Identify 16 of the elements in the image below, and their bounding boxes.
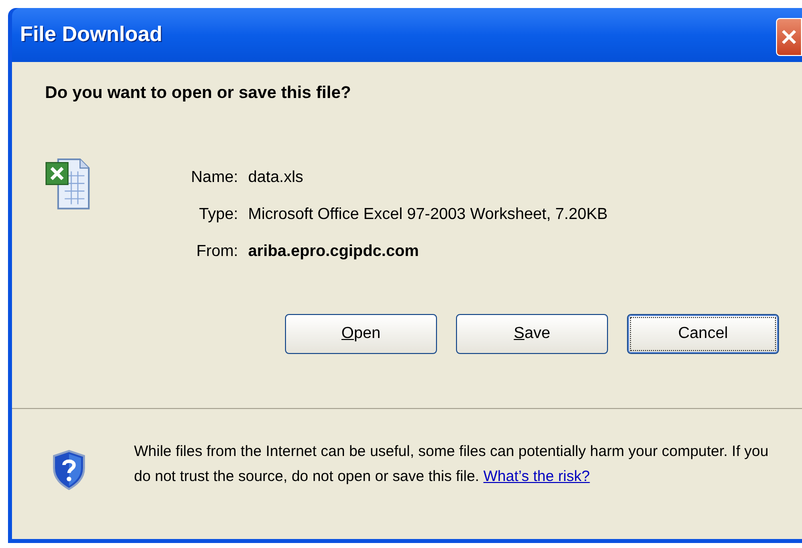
dialog-button[interactable]: Open <box>285 314 437 354</box>
field-value: ariba.epro.cgipdc.com <box>248 242 420 262</box>
dialog-button[interactable]: Cancel <box>627 314 779 354</box>
window-title: File Download <box>19 22 162 48</box>
question-heading: Do you want to open or save this file? <box>45 83 352 102</box>
field-label: Type: <box>198 205 238 225</box>
close-button[interactable] <box>776 18 802 56</box>
field-value: Microsoft Office Excel 97-2003 Worksheet, 7.20KB <box>248 205 608 225</box>
dialog-button[interactable]: Save <box>456 314 608 354</box>
field-label: Name: <box>191 168 238 188</box>
risk-link[interactable]: What’s the risk? <box>483 468 590 485</box>
shield-help-icon <box>52 450 86 490</box>
close-icon <box>780 28 798 46</box>
field-label: From: <box>195 242 238 262</box>
security-warning-text: While files from the Internet can be useful, some files can potentially harm your computer. If you do not trust the source, do not open or save this file. What’s the risk? <box>134 442 770 487</box>
field-value: data.xls <box>248 168 304 188</box>
